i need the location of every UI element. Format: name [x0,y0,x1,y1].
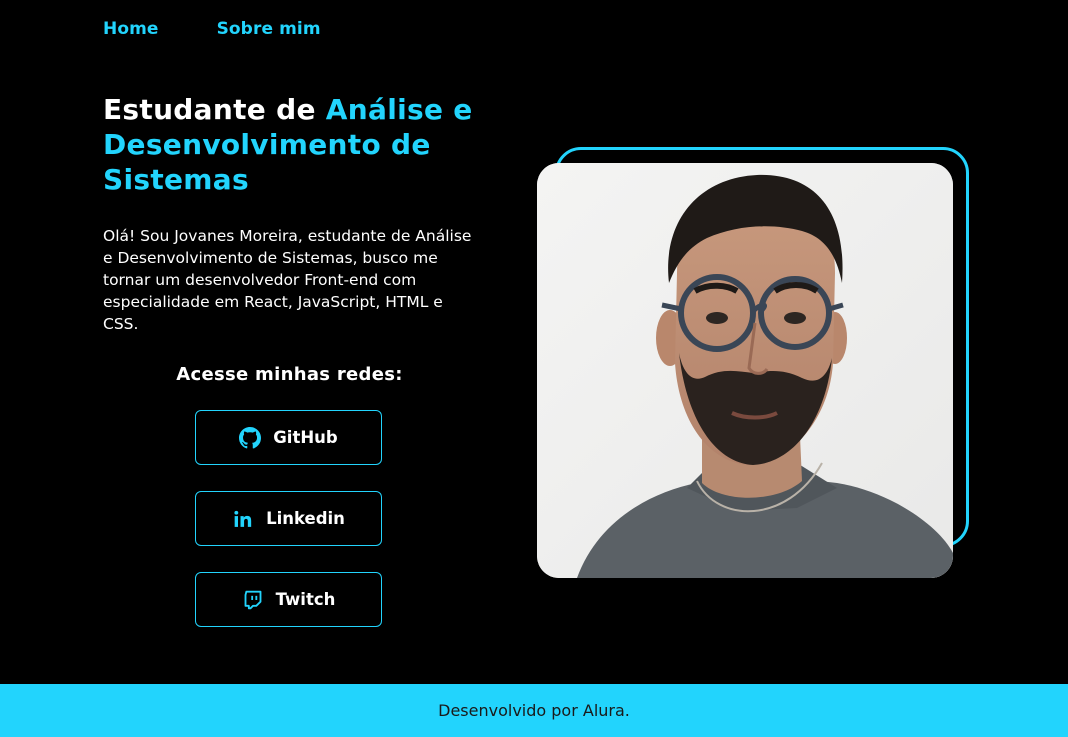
page-title: Estudante de Análise e Desenvolvimento d… [103,92,503,197]
title-plain: Estudante de [103,93,326,126]
profile-photo [537,163,953,578]
twitch-button[interactable]: Twitch [195,572,382,627]
linkedin-label: Linkedin [266,509,345,528]
nav-link-home[interactable]: Home [103,19,159,43]
github-label: GitHub [273,428,338,447]
linkedin-icon [232,508,254,530]
nav-link-sobre-mim[interactable]: Sobre mim [217,19,321,43]
footer: Desenvolvido por Alura. [0,684,1068,737]
github-icon [239,426,262,449]
page: Home Sobre mim Estudante de Análise e De… [0,0,1068,737]
twitch-icon [242,589,264,611]
social-heading: Acesse minhas redes: [176,364,403,385]
footer-text: Desenvolvido por Alura. [438,701,630,720]
top-nav: Home Sobre mim [103,19,321,43]
intro-paragraph: Olá! Sou Jovanes Moreira, estudante de A… [103,227,472,333]
twitch-label: Twitch [275,590,336,609]
github-button[interactable]: GitHub [195,410,382,465]
linkedin-button[interactable]: Linkedin [195,491,382,546]
